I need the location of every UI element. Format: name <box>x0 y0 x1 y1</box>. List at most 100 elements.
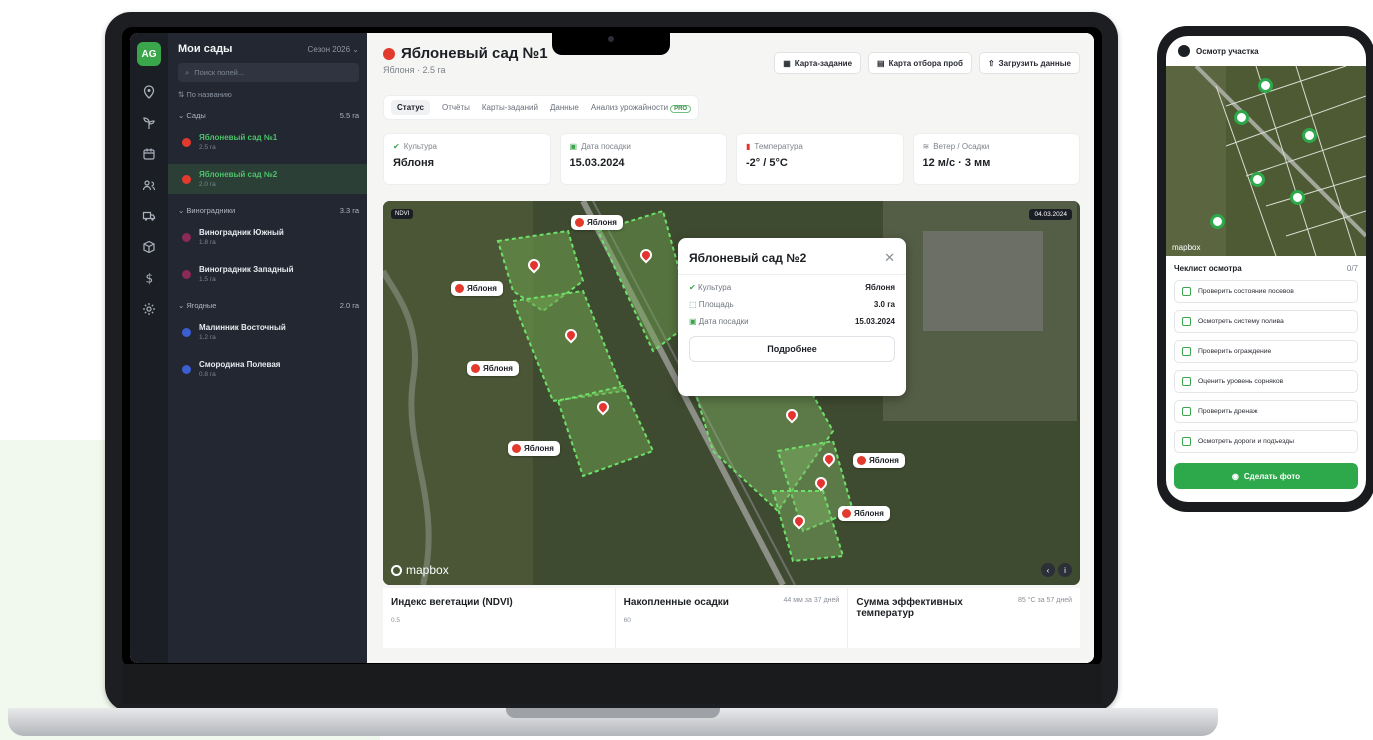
phone-map-imagery <box>1166 66 1366 256</box>
document-icon: ▤ <box>877 58 885 68</box>
checkbox-icon <box>1182 407 1191 416</box>
inspection-point[interactable] <box>1210 214 1225 229</box>
wind-rain-card: ≋ Ветер / Осадки 12 м/с · 3 мм <box>912 133 1080 185</box>
take-photo-button[interactable]: ◉ Сделать фото <box>1174 463 1358 489</box>
plant-icon[interactable] <box>139 113 159 133</box>
group-header[interactable]: ⌄ Ягодные 2.0 га <box>178 301 359 310</box>
checklist-item[interactable]: Проверить ограждение <box>1174 340 1358 363</box>
popup-title: Яблоневый сад №2 <box>689 251 807 265</box>
chevron-left-icon[interactable]: ‹ <box>1041 563 1055 577</box>
calendar-icon[interactable] <box>139 144 159 164</box>
search-icon: ⌕ <box>185 67 190 77</box>
field-item[interactable]: Яблоневый сад №1 2.5 га <box>168 127 367 157</box>
field-search-input[interactable]: ⌕ Поиск полей... <box>178 63 359 82</box>
group-header[interactable]: ⌄ Виноградники 3.3 га <box>178 206 359 215</box>
field-label[interactable]: Яблоня <box>467 361 519 376</box>
map-pin-icon[interactable] <box>139 82 159 102</box>
ndvi-layer-badge[interactable]: NDVI <box>391 209 414 219</box>
laptop-base <box>8 708 1218 736</box>
checklist-item[interactable]: Проверить дренаж <box>1174 400 1358 423</box>
icon-rail: AG $ <box>130 33 168 663</box>
apple-icon <box>455 284 464 293</box>
box-icon[interactable] <box>139 237 159 257</box>
inspection-point[interactable] <box>1258 78 1273 93</box>
field-item[interactable]: Малинник Восточный 1.2 га <box>168 317 367 347</box>
ndvi-chart-card: Индекс вегетации (NDVI) 0.5 <box>383 588 615 648</box>
field-label[interactable]: Яблоня <box>571 215 623 230</box>
gdd-chart-card: Сумма эффективных температур 85 °C за 57 … <box>848 588 1081 648</box>
checklist-item[interactable]: Осмотреть дороги и подъезды <box>1174 430 1358 453</box>
tab-status[interactable]: Статус <box>391 100 430 115</box>
page-title: Яблоневый сад №1 <box>383 45 548 62</box>
sprout-icon: ✔ <box>689 283 696 292</box>
apple-icon <box>383 47 395 60</box>
app-window: AG $ Мои сады Сезон 2026 ⌄ ⌕ Поиск полей… <box>130 33 1094 663</box>
field-item[interactable]: Виноградник Южный 1.8 га <box>168 222 367 252</box>
apple-icon <box>842 509 851 518</box>
avatar[interactable]: AG <box>137 42 161 66</box>
tab-data[interactable]: Данные <box>550 100 579 115</box>
pro-badge: PRO <box>670 105 692 113</box>
inspection-point[interactable] <box>1290 190 1305 205</box>
checklist-item[interactable]: Проверить состояние посевов <box>1174 280 1358 303</box>
area-icon: ⬚ <box>689 300 697 309</box>
group-header[interactable]: ⌄ Сады 5.5 га <box>178 111 359 120</box>
apple-icon <box>857 456 866 465</box>
camera-notch <box>552 27 670 55</box>
sort-toggle[interactable]: ⇅ По названию <box>178 90 359 99</box>
inspection-point[interactable] <box>1234 110 1249 125</box>
field-item[interactable]: Виноградник Западный 1.5 га <box>168 259 367 289</box>
metrics-row: Индекс вегетации (NDVI) 0.5 Накопленные о… <box>383 588 1081 648</box>
tab-task-maps[interactable]: Карты-заданий <box>482 100 538 115</box>
fields-sidebar: Мои сады Сезон 2026 ⌄ ⌕ Поиск полей... ⇅… <box>168 33 367 663</box>
users-icon[interactable] <box>139 175 159 195</box>
checklist-item[interactable]: Осмотреть систему полива <box>1174 310 1358 333</box>
inspection-point[interactable] <box>1250 172 1265 187</box>
product-mockup: AG $ Мои сады Сезон 2026 ⌄ ⌕ Поиск полей… <box>0 0 1373 740</box>
imagery-date-badge[interactable]: 04.03.2024 <box>1029 209 1072 220</box>
tab-reports[interactable]: Отчёты <box>442 100 470 115</box>
crop-card: ✔ Культура Яблоня <box>383 133 551 185</box>
checkbox-icon <box>1182 377 1191 386</box>
phone-screen: Осмотр участка mapbox Чеклист осмотра 0/7… <box>1166 36 1366 502</box>
field-label[interactable]: Яблоня <box>451 281 503 296</box>
inspection-point[interactable] <box>1302 128 1317 143</box>
satellite-map[interactable]: NDVI 04.03.2024 Яблоня Яблоня Яблоня Ябл… <box>383 201 1080 585</box>
wind-icon: ≋ <box>922 142 930 151</box>
task-map-button[interactable]: ▦ Карта-задание <box>774 52 862 74</box>
inspection-checklist: Чеклист осмотра 0/7 Проверить состояние п… <box>1166 256 1366 453</box>
settings-icon[interactable] <box>139 299 159 319</box>
laptop-chin <box>122 664 1102 704</box>
field-item[interactable]: Смородина Полевая 0.8 га <box>168 354 367 384</box>
svg-text:$: $ <box>146 272 154 286</box>
tab-yield-analysis[interactable]: Анализ урожайности PRO <box>591 100 692 115</box>
temperature-card: ▮ Температура -2° / 5°C <box>736 133 904 185</box>
field-item-selected[interactable]: Яблоневый сад №2 2.0 га <box>168 164 367 194</box>
checkbox-icon <box>1182 317 1191 326</box>
sampling-map-button[interactable]: ▤ Карта отбора проб <box>868 52 972 74</box>
field-label[interactable]: Яблоня <box>838 506 890 521</box>
grape-icon <box>182 269 191 279</box>
checklist-item[interactable]: Оценить уровень сорняков <box>1174 370 1358 393</box>
sidebar-title: Мои сады <box>178 43 233 55</box>
upload-icon: ⇧ <box>987 58 995 68</box>
close-icon[interactable]: ✕ <box>884 250 895 266</box>
season-selector[interactable]: Сезон 2026 ⌄ <box>308 45 359 54</box>
info-icon[interactable]: i <box>1058 563 1072 577</box>
mapbox-logo: mapbox <box>1172 243 1201 252</box>
details-button[interactable]: Подробнее <box>689 336 895 362</box>
dollar-icon[interactable]: $ <box>139 268 159 288</box>
grape-icon <box>182 232 191 242</box>
checkbox-icon <box>1182 347 1191 356</box>
tab-bar: Статус Отчёты Карты-заданий Данные Анали… <box>383 95 700 120</box>
apple-icon <box>512 444 521 453</box>
thermometer-icon: ▮ <box>746 142 751 151</box>
berry-icon <box>182 327 191 337</box>
field-label[interactable]: Яблоня <box>853 453 905 468</box>
field-label[interactable]: Яблоня <box>508 441 560 456</box>
popup-row: ⬚ Площадь 3.0 га <box>689 300 895 309</box>
truck-icon[interactable] <box>139 206 159 226</box>
upload-data-button[interactable]: ⇧ Загрузить данные <box>978 52 1080 74</box>
phone-map[interactable]: mapbox <box>1166 66 1366 256</box>
back-icon[interactable] <box>1178 45 1190 57</box>
